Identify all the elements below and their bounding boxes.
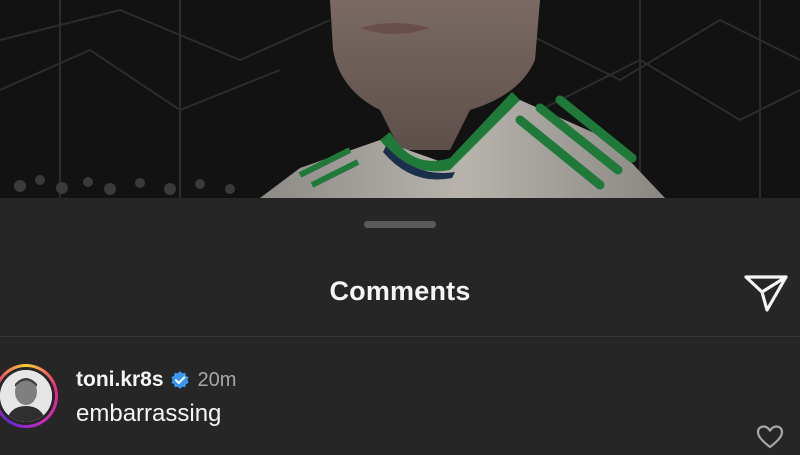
comment-header: toni.kr8s 20m	[76, 366, 236, 394]
heart-outline-icon	[756, 425, 784, 449]
sheet-title: Comments	[329, 276, 471, 306]
verified-badge-icon	[170, 370, 190, 390]
comments-sheet: Comments toni.kr8s 20m embarrassing	[0, 198, 800, 450]
comment-item: toni.kr8s 20m embarrassing	[0, 360, 800, 450]
comment-username[interactable]: toni.kr8s	[76, 368, 164, 392]
profile-picture-icon	[0, 370, 52, 422]
send-icon	[744, 275, 788, 312]
share-button[interactable]	[742, 270, 790, 316]
player-photo-illustration	[0, 0, 800, 198]
post-photo	[0, 0, 800, 198]
avatar[interactable]	[0, 364, 58, 428]
comment-timestamp: 20m	[197, 368, 237, 391]
header-divider	[0, 336, 800, 337]
avatar-photo	[0, 370, 52, 422]
drag-handle[interactable]	[364, 221, 436, 228]
comment-text: embarrassing	[76, 400, 222, 427]
comment-like-button[interactable]	[756, 424, 784, 450]
avatar-story-gap	[0, 367, 55, 425]
